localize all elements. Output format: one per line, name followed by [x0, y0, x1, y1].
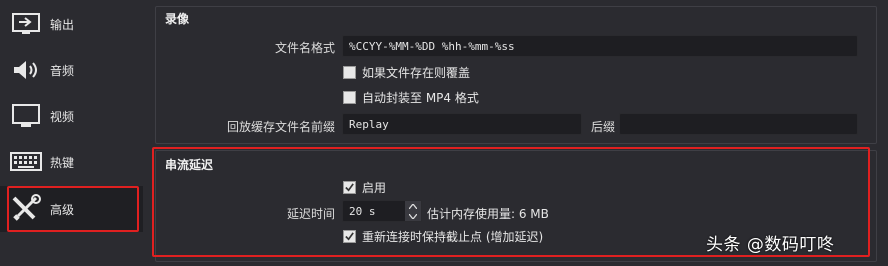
overwrite-checkbox-row[interactable]: 如果文件存在则覆盖: [343, 64, 470, 81]
watermark-text: 头条 @数码叮咚: [706, 235, 835, 255]
sidebar-item-hotkeys[interactable]: 热键: [0, 139, 143, 185]
delay-time-spinbox[interactable]: 20 s: [342, 200, 422, 222]
preserve-cutoff-label: 重新连接时保持截止点 (增加延迟): [362, 230, 544, 244]
remux-checkbox-row[interactable]: 自动封装至 MP4 格式: [343, 89, 479, 106]
delay-enable-checkbox-row[interactable]: 启用: [343, 179, 386, 196]
suffix-label: 后缀: [590, 120, 615, 134]
chevron-down-icon[interactable]: [409, 213, 417, 219]
spin-arrows[interactable]: [405, 201, 421, 221]
keyboard-icon: [10, 148, 42, 176]
checkmark-icon: [345, 183, 354, 192]
delay-enable-label: 启用: [362, 181, 387, 195]
sidebar-item-label: 输出: [50, 17, 75, 32]
memory-estimate-text: 估计内存使用量: 6 MB: [427, 207, 549, 221]
tools-icon: [10, 194, 42, 223]
sidebar-item-label: 高级: [50, 202, 75, 217]
sidebar-item-output[interactable]: 输出: [0, 1, 143, 47]
sidebar-item-audio[interactable]: 音频: [0, 47, 143, 93]
remux-label: 自动封装至 MP4 格式: [362, 91, 479, 105]
sidebar-item-label: 视频: [50, 109, 75, 124]
monitor-icon: [10, 102, 42, 130]
checkmark-icon: [345, 232, 354, 241]
delay-enable-checkbox[interactable]: [343, 181, 356, 194]
advanced-settings-panel: 录像 文件名格式 %CCYY-%MM-%DD %hh-%mm-%ss 如果文件存…: [143, 0, 888, 266]
sidebar-item-advanced[interactable]: 高级: [0, 186, 143, 232]
preserve-cutoff-checkbox[interactable]: [343, 230, 356, 243]
overwrite-checkbox[interactable]: [343, 66, 356, 79]
filename-format-input[interactable]: %CCYY-%MM-%DD %hh-%mm-%ss: [342, 35, 858, 57]
sidebar-item-label: 音频: [50, 63, 75, 78]
suffix-input[interactable]: [619, 113, 858, 135]
sidebar-item-video[interactable]: 视频: [0, 93, 143, 139]
replay-prefix-input[interactable]: Replay: [342, 113, 582, 135]
delay-time-label: 延迟时间: [286, 207, 335, 221]
delay-time-value: 20 s: [349, 205, 376, 218]
speaker-icon: [10, 56, 42, 84]
overwrite-label: 如果文件存在则覆盖: [362, 66, 471, 80]
output-icon: [10, 10, 42, 38]
remux-checkbox[interactable]: [343, 91, 356, 104]
settings-sidebar: 输出 音频 视频 热键 高级: [0, 0, 143, 266]
filename-format-label: 文件名格式: [274, 41, 335, 55]
preserve-cutoff-checkbox-row[interactable]: 重新连接时保持截止点 (增加延迟): [343, 228, 543, 245]
stream-delay-group-title: 串流延迟: [165, 158, 214, 172]
replay-prefix-label: 回放缓存文件名前缀: [226, 120, 335, 134]
recording-group-title: 录像: [165, 12, 190, 26]
sidebar-item-label: 热键: [50, 155, 75, 170]
chevron-up-icon[interactable]: [409, 203, 417, 209]
